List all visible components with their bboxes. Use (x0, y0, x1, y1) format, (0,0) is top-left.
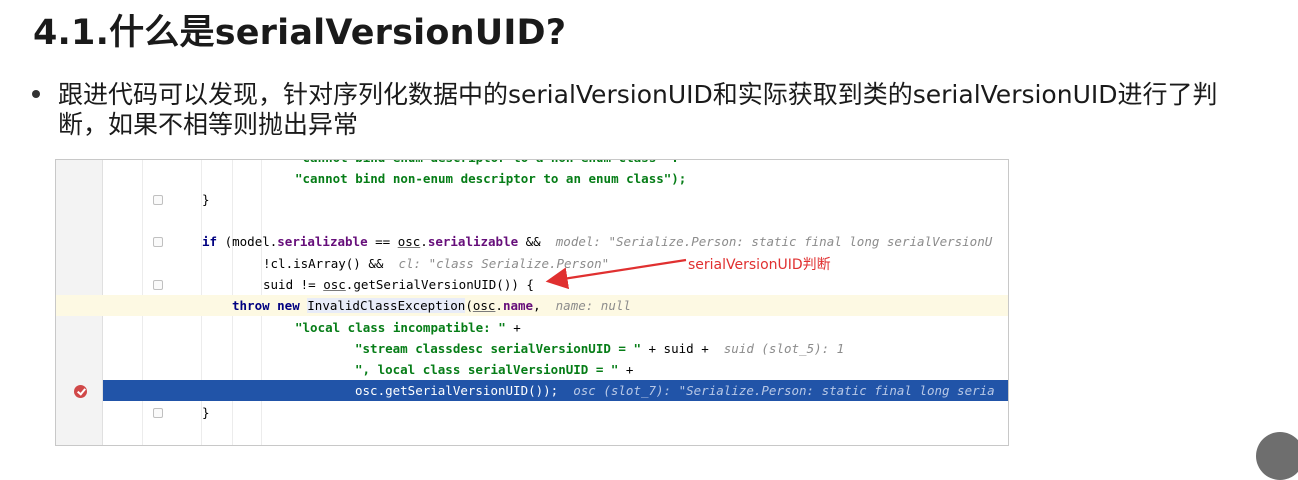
code-string: "local class incompatible: " (295, 320, 506, 335)
code-string: "cannot bind non-enum descriptor to an e… (295, 171, 687, 186)
floating-menu-button[interactable] (1256, 432, 1298, 480)
code-text: !cl.isArray() && (263, 256, 399, 271)
code-line: "local class incompatible: " + (56, 317, 1008, 338)
code-field: serializable (277, 234, 368, 249)
code-text: . (495, 298, 503, 313)
fold-marker-icon[interactable] (153, 408, 163, 418)
code-line: "cannot bind non-enum descriptor to an e… (56, 168, 1008, 189)
code-string: ", local class serialVersionUID = " (355, 362, 619, 377)
code-line: ", local class serialVersionUID = " + (56, 359, 1008, 380)
annotation-label: serialVersionUID判断 (688, 257, 831, 273)
code-line-current: osc.getSerialVersionUID()); osc (slot_7)… (103, 380, 1008, 401)
code-var: osc (323, 277, 346, 292)
fold-marker-icon[interactable] (153, 195, 163, 205)
code-keyword: throw new (232, 298, 300, 313)
code-editor-screenshot: "cannot bind enum descriptor to a non-en… (55, 159, 1009, 446)
code-field: serializable (427, 234, 519, 249)
debug-inline-value: name: null (555, 298, 631, 313)
bullet-text: 跟进代码可以发现，针对序列化数据中的serialVersionUID和实际获取到… (58, 80, 1218, 139)
bullet-dot-icon (32, 90, 40, 98)
code-keyword: if (202, 234, 218, 249)
code-text: ( (465, 298, 473, 313)
fold-marker-icon[interactable] (153, 280, 163, 290)
code-text: .getSerialVersionUID()) { (345, 277, 534, 292)
code-text: && (518, 234, 556, 249)
code-line: if (model.serializable == osc.serializab… (56, 231, 1008, 252)
code-var: osc (397, 234, 421, 249)
code-text: + (505, 320, 521, 335)
fold-marker-icon[interactable] (153, 237, 163, 247)
code-line: "stream classdesc serialVersionUID = " +… (56, 338, 1008, 359)
breakpoint-check-icon[interactable] (74, 385, 87, 398)
code-class: InvalidClassException (307, 298, 466, 313)
code-text: .getSerialVersionUID()); (377, 383, 574, 398)
code-var: osc (355, 383, 378, 398)
code-line-clipped: "cannot bind enum descriptor to a non-en… (56, 160, 1008, 168)
debug-inline-value: osc (slot_7): "Serialize.Person: static … (573, 383, 995, 398)
code-field: name (502, 298, 534, 313)
debug-inline-value: model: "Serialize.Person: static final l… (555, 234, 993, 249)
code-text: suid != (263, 277, 324, 292)
debug-inline-value: cl: "class Serialize.Person" (398, 256, 610, 271)
code-text: (model. (217, 234, 278, 249)
code-text: } (202, 192, 210, 207)
debug-inline-value: suid (slot_5): 1 (723, 341, 845, 356)
code-line: !cl.isArray() && cl: "class Serialize.Pe… (56, 253, 1008, 274)
code-line: suid != osc.getSerialVersionUID()) { (56, 274, 1008, 295)
code-text: == (367, 234, 398, 249)
code-string: "stream classdesc serialVersionUID = " (355, 341, 641, 356)
code-text: , (533, 298, 556, 313)
code-text: + suid + (640, 341, 724, 356)
code-text: } (202, 405, 210, 420)
code-line-executing: throw new InvalidClassException(osc.name… (56, 295, 1008, 316)
page-title: 4.1.什么是serialVersionUID? (33, 13, 567, 53)
code-text: . (420, 234, 428, 249)
code-text: + (618, 362, 634, 377)
code-var: osc (472, 298, 496, 313)
code-line: } (56, 402, 1008, 423)
code-line: } (56, 189, 1008, 210)
watermark (930, 0, 1290, 16)
